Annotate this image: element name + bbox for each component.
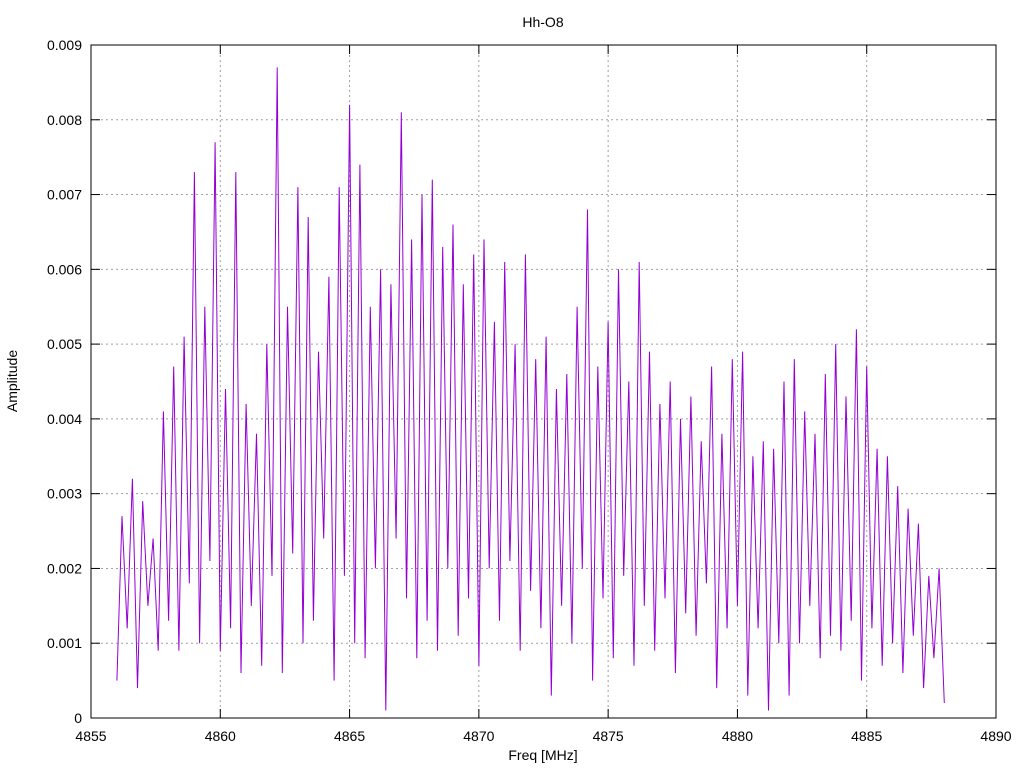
x-tick-label: 4880 (722, 728, 753, 744)
series-line (116, 67, 945, 711)
x-tick-label: 4890 (980, 728, 1011, 744)
x-tick-label: 4885 (851, 728, 882, 744)
y-tick-label: 0.001 (47, 635, 82, 651)
y-tick-label: 0 (74, 710, 82, 726)
x-tick-label: 4860 (205, 728, 236, 744)
y-tick-label: 0.008 (47, 112, 82, 128)
y-tick-label: 0.005 (47, 336, 82, 352)
x-tick-label: 4875 (593, 728, 624, 744)
y-tick-labels: 0 0.001 0.002 0.003 0.004 0.005 0.006 0.007 0.00… (47, 37, 82, 726)
y-axis-label: Amplitude (4, 350, 20, 412)
x-tick-label: 4865 (334, 728, 365, 744)
y-tick-label: 0.002 (47, 560, 82, 576)
y-tick-label: 0.004 (47, 411, 82, 427)
x-tick-labels: 4855 4860 4865 4870 4875 4880 4885 4890 (75, 728, 1011, 744)
x-tick-label: 4870 (463, 728, 494, 744)
y-tick-label: 0.003 (47, 486, 82, 502)
chart-title: Hh-O8 (522, 14, 563, 30)
x-tick-label: 4855 (75, 728, 106, 744)
y-tick-label: 0.006 (47, 261, 82, 277)
chart: Hh-O8 4855 4860 4865 4870 4875 4880 4885 4890 0… (4, 14, 1012, 763)
series (116, 67, 945, 711)
y-tick-label: 0.007 (47, 187, 82, 203)
y-tick-label: 0.009 (47, 37, 82, 53)
x-axis-label: Freq [MHz] (508, 747, 577, 763)
